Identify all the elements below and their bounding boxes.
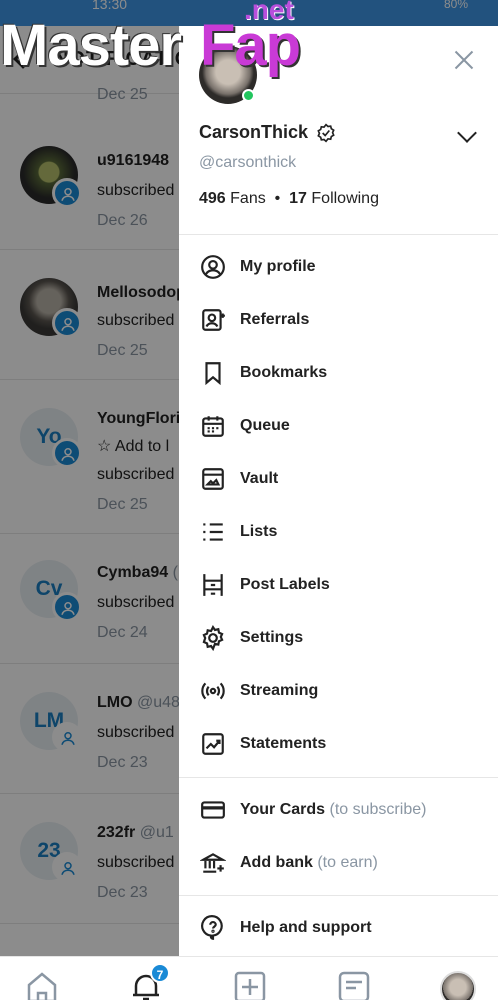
- menu-item-label: Bookmarks: [240, 363, 328, 381]
- lists-icon: [203, 523, 223, 541]
- menu-item-add-bank[interactable]: Add bank (to earn): [179, 836, 498, 889]
- avatar[interactable]: [440, 971, 476, 1000]
- fans-label[interactable]: Fans: [230, 190, 266, 207]
- watermark-logo: Master Fap .net: [0, 0, 301, 82]
- menu-item-label: Statements: [240, 734, 327, 752]
- bank-sub: (to earn): [317, 853, 378, 871]
- menu-item-vault[interactable]: Vault: [179, 452, 498, 505]
- menu-item-label: My profile: [240, 257, 316, 275]
- cards-sub: (to subscribe): [329, 800, 427, 818]
- referrals-icon: [202, 309, 225, 331]
- account-drawer: CarsonThick @carsonthick 496 Fans • 17 F…: [179, 26, 498, 956]
- follow-stats: 496 Fans • 17 Following: [199, 190, 379, 208]
- divider: [179, 895, 498, 896]
- menu-item-help[interactable]: Help and support: [179, 901, 498, 954]
- watermark-word1: Master: [0, 13, 182, 78]
- online-status-dot: [242, 89, 255, 102]
- cards-label: Your Cards: [240, 800, 326, 818]
- divider: [179, 234, 498, 235]
- add-post-icon[interactable]: [234, 971, 266, 1000]
- profile-icon: [201, 255, 225, 279]
- bank-icon: [200, 853, 226, 873]
- menu-item-label: Help and support: [240, 918, 372, 936]
- menu-item-my-profile[interactable]: My profile: [179, 240, 498, 293]
- drawer-username[interactable]: CarsonThick: [199, 122, 336, 143]
- menu-item-label: Referrals: [240, 310, 310, 328]
- bank-label: Add bank: [240, 853, 313, 871]
- menu-item-settings[interactable]: Settings: [179, 611, 498, 664]
- menu-item-label: Settings: [240, 628, 304, 646]
- close-icon[interactable]: [454, 50, 474, 70]
- following-count[interactable]: 17: [289, 190, 307, 207]
- card-icon: [201, 801, 225, 819]
- bottom-navigation: 7: [0, 956, 498, 1000]
- home-icon[interactable]: [26, 971, 58, 1000]
- fans-count[interactable]: 496: [199, 190, 226, 207]
- calendar-icon: [202, 416, 224, 437]
- menu-item-label: Your Cards (to subscribe): [240, 801, 426, 819]
- stats-separator: •: [270, 190, 285, 207]
- menu-item-queue[interactable]: Queue: [179, 399, 498, 452]
- menu-item-your-cards[interactable]: Your Cards (to subscribe): [179, 783, 498, 836]
- streaming-icon: [201, 682, 225, 700]
- labels-icon: [203, 574, 223, 596]
- following-label[interactable]: Following: [311, 190, 379, 207]
- bookmark-icon: [205, 362, 221, 386]
- drawer-handle: @carsonthick: [199, 154, 297, 171]
- menu-item-lists[interactable]: Lists: [179, 505, 498, 558]
- menu-item-statements[interactable]: Statements: [179, 717, 498, 770]
- menu-item-label: Add bank (to earn): [240, 854, 378, 872]
- notification-count-badge: 7: [150, 963, 170, 983]
- username-text: CarsonThick: [199, 122, 309, 142]
- notifications-tab[interactable]: 7: [130, 963, 170, 1000]
- menu-item-post-labels[interactable]: Post Labels: [179, 558, 498, 611]
- chevron-down-icon[interactable]: [457, 123, 477, 143]
- verified-icon: [317, 122, 335, 143]
- menu-item-label: Post Labels: [240, 575, 330, 593]
- menu-item-label: Vault: [240, 469, 279, 487]
- menu-item-bookmarks[interactable]: Bookmarks: [179, 346, 498, 399]
- menu-item-label: Queue: [240, 416, 290, 434]
- menu-item-label: Lists: [240, 522, 278, 540]
- help-icon: [201, 915, 223, 940]
- menu-item-referrals[interactable]: Referrals: [179, 293, 498, 346]
- statements-icon: [202, 733, 224, 755]
- menu-item-label: Streaming: [240, 681, 319, 699]
- watermark-suffix: .net: [244, 0, 294, 25]
- divider: [179, 777, 498, 778]
- vault-icon: [202, 468, 224, 490]
- menu-item-streaming[interactable]: Streaming: [179, 664, 498, 717]
- gear-icon: [202, 625, 224, 651]
- messages-icon[interactable]: [338, 971, 370, 1000]
